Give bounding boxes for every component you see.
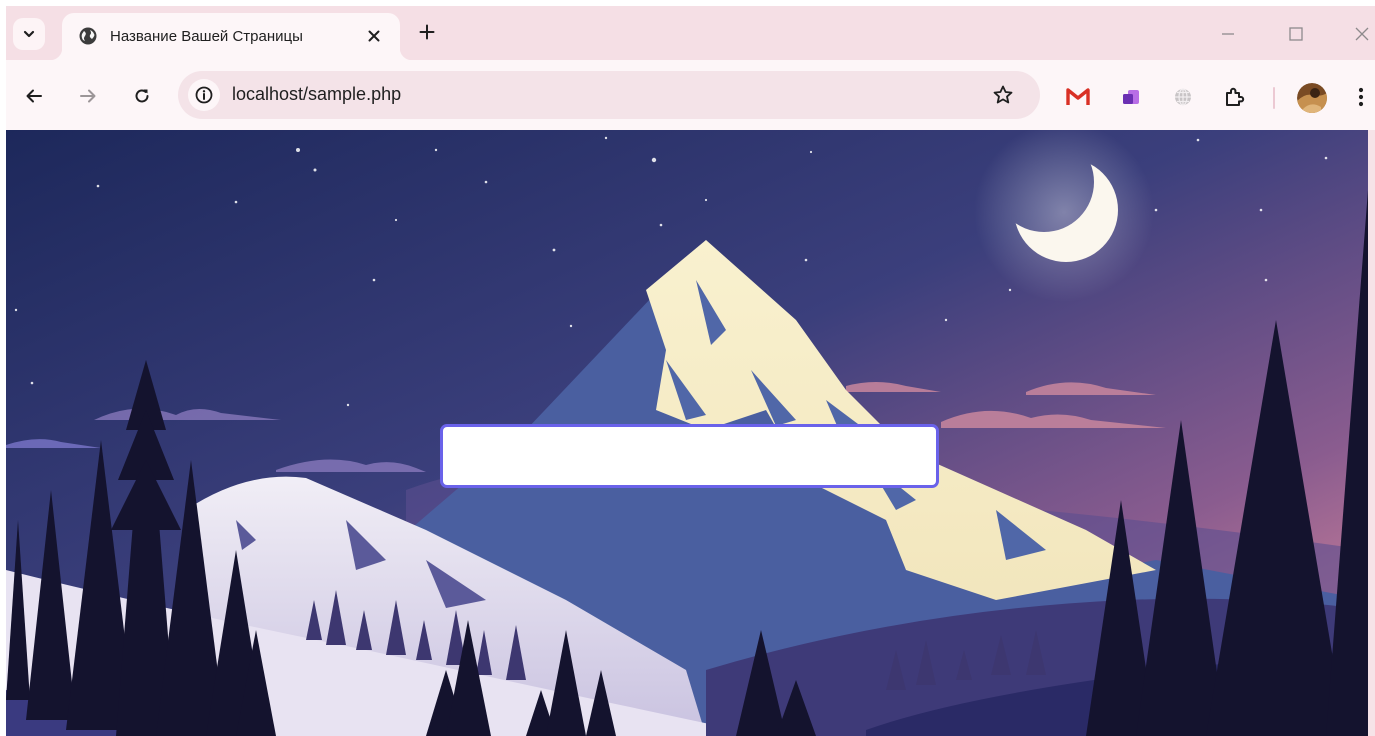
arrow-left-icon bbox=[26, 89, 42, 103]
address-bar[interactable]: localhost/sample.php bbox=[178, 71, 1040, 119]
star-icon bbox=[993, 85, 1013, 104]
profile-avatar[interactable] bbox=[1297, 83, 1327, 113]
minimize-icon bbox=[1222, 33, 1234, 35]
gmail-icon bbox=[1066, 88, 1090, 105]
text-input[interactable] bbox=[440, 424, 939, 488]
maximize-button[interactable] bbox=[1286, 24, 1306, 44]
new-tab-button[interactable] bbox=[416, 21, 438, 43]
chevron-down-icon bbox=[23, 30, 35, 38]
close-icon bbox=[368, 30, 380, 42]
arrow-right-icon bbox=[80, 89, 96, 103]
tab-strip: Название Вашей Страницы bbox=[6, 6, 1375, 60]
bookmark-button[interactable] bbox=[990, 82, 1016, 108]
toolbar: localhost/sample.php bbox=[6, 60, 1375, 130]
onenote-extension[interactable] bbox=[1119, 85, 1143, 109]
url-text[interactable]: localhost/sample.php bbox=[232, 84, 401, 105]
globe-extension-icon bbox=[1175, 88, 1191, 106]
toolbar-divider bbox=[1273, 87, 1275, 109]
forward-button[interactable] bbox=[76, 84, 100, 108]
extensions-button[interactable] bbox=[1222, 85, 1246, 109]
tab-close-button[interactable] bbox=[364, 26, 384, 46]
maximize-icon bbox=[1289, 27, 1303, 41]
info-icon bbox=[195, 86, 213, 104]
page-content bbox=[6, 130, 1368, 736]
menu-button[interactable] bbox=[1349, 85, 1373, 109]
site-info-button[interactable] bbox=[188, 79, 220, 111]
close-window-icon bbox=[1355, 27, 1369, 41]
browser-window: Название Вашей Страницы localhost/sample… bbox=[6, 6, 1375, 736]
reload-icon bbox=[135, 89, 149, 103]
close-window-button[interactable] bbox=[1352, 24, 1372, 44]
minimize-button[interactable] bbox=[1218, 24, 1238, 44]
avatar-icon bbox=[1297, 83, 1327, 113]
plus-icon bbox=[419, 24, 435, 40]
globe-extension[interactable] bbox=[1171, 85, 1195, 109]
reload-button[interactable] bbox=[130, 84, 154, 108]
active-tab[interactable]: Название Вашей Страницы bbox=[50, 13, 412, 60]
puzzle-icon bbox=[1226, 87, 1245, 106]
more-vertical-icon bbox=[1358, 87, 1364, 107]
gmail-extension[interactable] bbox=[1066, 85, 1090, 109]
onenote-icon bbox=[1123, 90, 1139, 104]
back-button[interactable] bbox=[22, 84, 46, 108]
tab-title: Название Вашей Страницы bbox=[110, 28, 303, 45]
globe-icon bbox=[79, 27, 97, 45]
tab-search-button[interactable] bbox=[13, 18, 45, 50]
